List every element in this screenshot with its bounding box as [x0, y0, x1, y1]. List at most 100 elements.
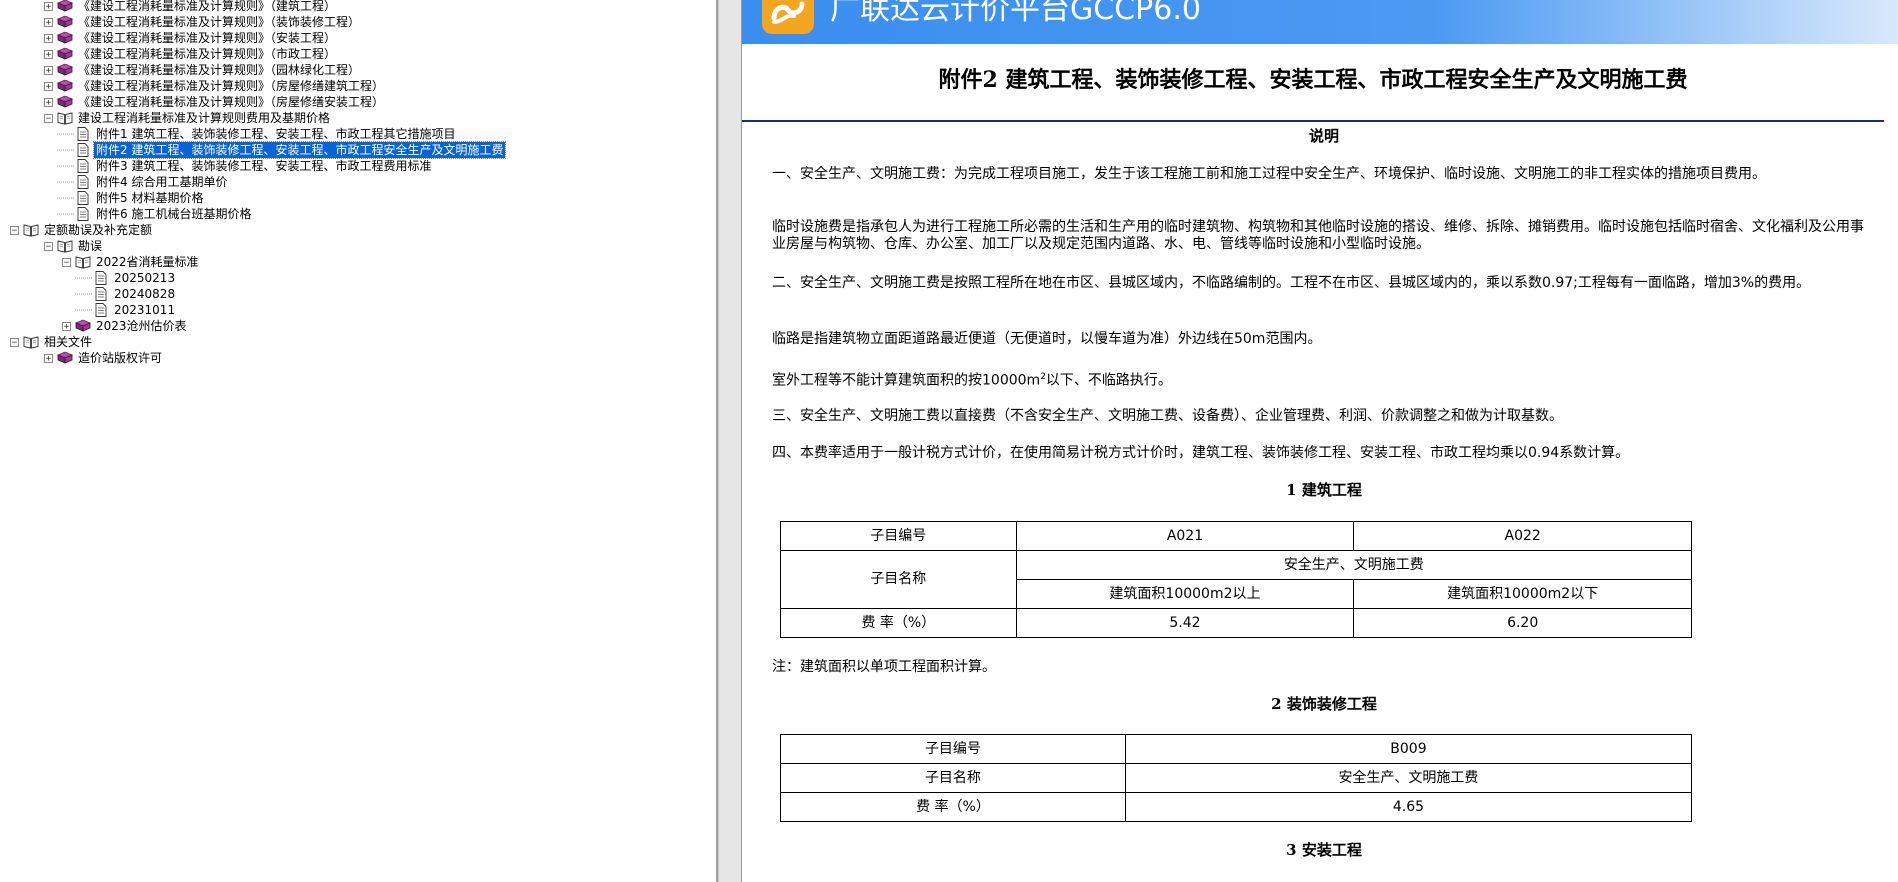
collapse-icon[interactable]: − — [44, 241, 53, 251]
book-icon — [57, 47, 73, 61]
tree-pane[interactable]: + 《建设工程消耗量标准及计算规则》（建筑工程） + 《建设工程消耗量标准及计算规则》… — [0, 0, 718, 882]
tree-item[interactable]: − 相关文件 — [10, 334, 94, 350]
tree-item-label[interactable]: 定额勘误及补充定额 — [42, 222, 154, 238]
tree-item[interactable]: 附件1 建筑工程、装饰装修工程、安装工程、市政工程其它措施项目 — [62, 126, 457, 142]
tree-item-label[interactable]: 《建设工程消耗量标准及计算规则》（建筑工程） — [76, 0, 338, 14]
cell-code-a: A021 — [1015, 521, 1355, 551]
book-icon — [57, 351, 73, 365]
expand-icon[interactable]: + — [44, 65, 53, 75]
cell-code-label: 子目编号 — [780, 734, 1126, 764]
tree-item-label[interactable]: 《建设工程消耗量标准及计算规则》（市政工程） — [76, 46, 338, 62]
tree-item[interactable]: 附件2 建筑工程、装饰装修工程、安装工程、市政工程安全生产及文明施工费 — [62, 141, 507, 159]
banner-title: 广联达云计价平台GCCP6.0 — [830, 0, 1201, 27]
book-icon — [57, 15, 73, 29]
tree-item[interactable]: + 《建设工程消耗量标准及计算规则》（房屋修缮建筑工程） — [44, 78, 386, 94]
tree-item[interactable]: +2023沧州估价表 — [62, 318, 189, 334]
expand-icon[interactable]: + — [44, 97, 53, 107]
tree-item[interactable]: 附件3 建筑工程、装饰装修工程、安装工程、市政工程费用标准 — [62, 158, 433, 174]
tree-item-label[interactable]: 《建设工程消耗量标准及计算规则》（园林绿化工程） — [76, 62, 362, 78]
tree-item-label[interactable]: 附件1 建筑工程、装饰装修工程、安装工程、市政工程其它措施项目 — [94, 126, 457, 142]
tree-item-label[interactable]: 2023沧州估价表 — [94, 318, 189, 334]
collapse-icon[interactable]: − — [44, 113, 53, 123]
tree-item[interactable]: + 《建设工程消耗量标准及计算规则》（市政工程） — [44, 46, 338, 62]
title-rule — [742, 120, 1884, 122]
open-book-icon — [57, 239, 73, 253]
tree-item-label[interactable]: 建设工程消耗量标准及计算规则费用及基期价格 — [76, 110, 332, 126]
tree-item[interactable]: + 《建设工程消耗量标准及计算规则》（安装工程） — [44, 30, 338, 46]
cell-rate-label: 费 率（%） — [780, 608, 1017, 638]
tree-item-label[interactable]: 勘误 — [76, 238, 104, 254]
cell-name-label: 子目名称 — [780, 763, 1126, 793]
cell-name-merged: 安全生产、文明施工费 — [1015, 550, 1693, 580]
tree-item-label[interactable]: 20250213 — [112, 270, 177, 286]
open-book-icon — [23, 223, 39, 237]
page-icon — [75, 191, 91, 205]
paragraph-7: 四、本费率适用于一般计税方式计价，在使用简易计税方式计价时，建筑工程、装饰装修工… — [772, 445, 1630, 461]
tree-item[interactable]: + 《建设工程消耗量标准及计算规则》（园林绿化工程） — [44, 62, 362, 78]
tree-item[interactable]: + 《建设工程消耗量标准及计算规则》（房屋修缮安装工程） — [44, 94, 386, 110]
tree-item[interactable]: + 《建设工程消耗量标准及计算规则》（建筑工程） — [44, 0, 338, 14]
tree-item[interactable]: − 建设工程消耗量标准及计算规则费用及基期价格 — [44, 110, 332, 126]
tree-item[interactable]: + 造价站版权许可 — [44, 350, 164, 366]
page-icon — [75, 127, 91, 141]
tree-item[interactable]: 附件5 材料基期价格 — [62, 190, 205, 206]
expand-icon[interactable]: + — [44, 1, 53, 11]
expand-icon[interactable]: + — [44, 353, 53, 363]
section-2-heading: 2 装饰装修工程 — [1271, 695, 1377, 713]
tree-item-label[interactable]: 附件2 建筑工程、装饰装修工程、安装工程、市政工程安全生产及文明施工费 — [92, 141, 507, 159]
tree-item[interactable]: − 2022省消耗量标准 — [62, 254, 201, 270]
tree-item-label[interactable]: 20240828 — [112, 286, 177, 302]
page-icon — [75, 143, 91, 157]
page-icon — [75, 159, 91, 173]
tree-item[interactable]: − 勘误 — [44, 238, 104, 254]
table-row: 子目名称 安全生产、文明施工费 — [780, 550, 1693, 609]
document-pane[interactable]: 广联达云计价平台GCCP6.0 附件2 建筑工程、装饰装修工程、安装工程、市政工… — [742, 0, 1898, 882]
book-icon — [57, 95, 73, 109]
tree-item[interactable]: 20240828 — [80, 286, 177, 302]
paragraph-6: 三、安全生产、文明施工费以直接费（不含安全生产、文明施工费、设备费）、企业管理费… — [772, 408, 1563, 424]
tree-item[interactable]: − 定额勘误及补充定额 — [10, 222, 154, 238]
cell-name: 安全生产、文明施工费 — [1124, 763, 1693, 793]
cell-name-label: 子目名称 — [780, 550, 1017, 609]
tree-item-label[interactable]: 附件4 综合用工基期单价 — [94, 174, 229, 190]
collapse-icon[interactable]: − — [10, 225, 19, 235]
tree-item-label[interactable]: 2022省消耗量标准 — [94, 254, 201, 270]
expand-icon[interactable]: + — [44, 33, 53, 43]
tree-item[interactable]: 附件6 施工机械台班基期价格 — [62, 206, 253, 222]
tree-item-label[interactable]: 《建设工程消耗量标准及计算规则》（房屋修缮安装工程） — [76, 94, 386, 110]
tree-item-label[interactable]: 《建设工程消耗量标准及计算规则》（房屋修缮建筑工程） — [76, 78, 386, 94]
tree-item-label[interactable]: 附件3 建筑工程、装饰装修工程、安装工程、市政工程费用标准 — [94, 158, 433, 174]
tree-item-label[interactable]: 相关文件 — [42, 334, 94, 350]
table-row: 费 率（%） 4.65 — [780, 792, 1693, 822]
collapse-icon[interactable]: − — [10, 337, 19, 347]
cell-name-b: 建筑面积10000m2以下 — [1353, 579, 1692, 609]
cell-rate-a: 5.42 — [1015, 608, 1355, 638]
tree-item-label[interactable]: 附件6 施工机械台班基期价格 — [94, 206, 253, 222]
tree-item-label[interactable]: 20231011 — [112, 302, 177, 318]
cell-name-a: 建筑面积10000m2以上 — [1015, 579, 1355, 609]
expand-icon[interactable]: + — [62, 321, 71, 331]
page-icon — [75, 175, 91, 189]
expand-icon[interactable]: + — [44, 81, 53, 91]
tree-item[interactable]: 附件4 综合用工基期单价 — [62, 174, 229, 190]
collapse-icon[interactable]: − — [62, 257, 71, 267]
section-1-heading: 1 建筑工程 — [1286, 481, 1362, 499]
table-row: 费 率（%） 5.42 6.20 — [780, 608, 1692, 638]
tree-item-label[interactable]: 《建设工程消耗量标准及计算规则》（安装工程） — [76, 30, 338, 46]
tree-item-label[interactable]: 附件5 材料基期价格 — [94, 190, 205, 206]
book-icon — [57, 0, 73, 13]
expand-icon[interactable]: + — [44, 49, 53, 59]
expand-icon[interactable]: + — [44, 17, 53, 27]
tree-item-label[interactable]: 《建设工程消耗量标准及计算规则》（装饰装修工程） — [76, 14, 362, 30]
tree-item[interactable]: 20231011 — [80, 302, 177, 318]
tree-item[interactable]: 20250213 — [80, 270, 177, 286]
tree-item[interactable]: + 《建设工程消耗量标准及计算规则》（装饰装修工程） — [44, 14, 362, 30]
book-icon — [57, 31, 73, 45]
open-book-icon — [57, 111, 73, 125]
pane-splitter[interactable] — [718, 0, 742, 882]
cell-rate-label: 费 率（%） — [780, 792, 1126, 822]
paragraph-5-text: 室外工程等不能计算建筑面积的按10000m — [772, 372, 1041, 389]
tree-item-label[interactable]: 造价站版权许可 — [76, 350, 164, 366]
paragraph-3: 二、安全生产、文明施工费是按照工程所在地在市区、县城区域内，不临路编制的。工程不… — [772, 275, 1811, 291]
paragraph-1: 一、安全生产、文明施工费：为完成工程项目施工，发生于该工程施工前和施工过程中安全… — [772, 166, 1766, 182]
